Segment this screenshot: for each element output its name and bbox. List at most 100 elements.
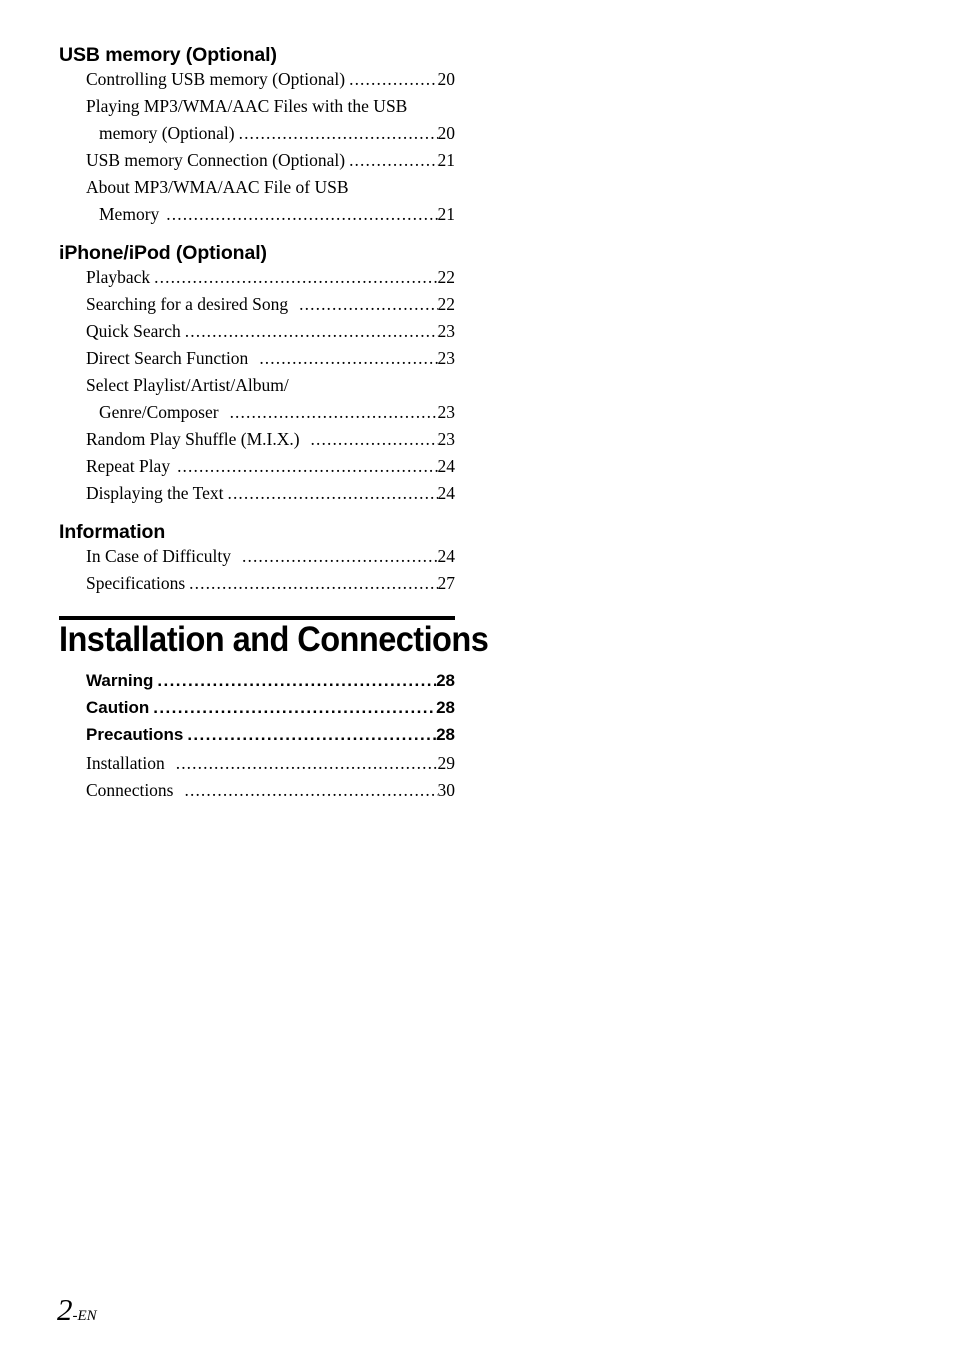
toc-entry[interactable]: USB memory Connection (Optional) 21	[86, 147, 455, 174]
toc-entry-label: Playing MP3/WMA/AAC Files with the USB	[86, 96, 408, 116]
dot-leader	[187, 721, 436, 748]
toc-entry-label: Warning	[86, 671, 154, 690]
toc-entry-row: In Case of Difficulty 24	[86, 543, 455, 570]
toc-entry[interactable]: In Case of Difficulty 24	[86, 543, 455, 570]
toc-entry-row: Installation 29	[86, 750, 455, 777]
toc-entry-page: 27	[437, 573, 456, 593]
toc-entry[interactable]: Warning 28	[86, 667, 455, 694]
toc-entry-page: 22	[437, 267, 456, 287]
toc-entry-page: 28	[436, 671, 455, 690]
toc-entry-row: Controlling USB memory (Optional) 20	[86, 66, 455, 93]
toc-entry-label: Controlling USB memory (Optional)	[86, 69, 346, 89]
toc-entry[interactable]: Direct Search Function 23	[86, 345, 455, 372]
dot-leader	[153, 694, 436, 721]
section-heading-iphone-ipod: iPhone/iPod (Optional)	[59, 242, 267, 264]
toc-entry-row: Displaying the Text 24	[86, 480, 455, 507]
toc-entry-row: Repeat Play 24	[86, 453, 455, 480]
toc-entry[interactable]: Installation 29	[86, 750, 455, 777]
dot-leader	[157, 667, 436, 694]
toc-entry-row: Random Play Shuffle (M.I.X.) 23	[86, 426, 455, 453]
toc-entry-label: Searching for a desired Song	[86, 294, 289, 314]
toc-entry-label: Quick Search	[86, 321, 181, 341]
toc-entry-label: In Case of Difficulty	[86, 546, 231, 566]
toc-entry-page: 28	[436, 698, 455, 717]
toc-entry-page: 30	[437, 780, 456, 800]
toc-entry[interactable]: Searching for a desired Song 22	[86, 291, 455, 318]
dot-leader	[166, 201, 437, 228]
toc-entry-page: 20	[437, 123, 456, 143]
toc-entry-row: Precautions 28	[86, 721, 455, 748]
toc-entry-label: Select Playlist/Artist/Album/	[86, 375, 289, 395]
dot-leader	[259, 345, 437, 372]
section-heading-information: Information	[59, 521, 166, 543]
toc-entry-page: 20	[437, 69, 456, 89]
dot-leader	[242, 543, 438, 570]
dot-leader	[349, 147, 437, 174]
toc-entry-label: Playback	[86, 267, 151, 287]
dot-leader	[154, 264, 437, 291]
banner-block: Installation and Connections	[59, 616, 489, 659]
toc-entry[interactable]: Controlling USB memory (Optional) 20	[86, 66, 455, 93]
toc-entry-label-cont: Memory	[99, 204, 160, 224]
toc-entry[interactable]: Select Playlist/Artist/Album/ Genre/Comp…	[86, 372, 455, 426]
toc-entry-row: Specifications 27	[86, 570, 455, 597]
toc-entry[interactable]: Displaying the Text 24	[86, 480, 455, 507]
toc-entry[interactable]: Specifications 27	[86, 570, 455, 597]
toc-entry[interactable]: Playback 22	[86, 264, 455, 291]
dot-leader	[299, 291, 437, 318]
toc-column: USB memory (Optional) Controlling USB me…	[59, 44, 489, 804]
toc-entry-page: 24	[437, 546, 456, 566]
toc-entry-row: Connections 30	[86, 777, 455, 804]
toc-entry-row: Memory 21	[99, 201, 455, 228]
toc-entry-label-cont: memory (Optional)	[99, 123, 235, 143]
toc-entry-page: 21	[437, 204, 456, 224]
toc-entry-label: Specifications	[86, 573, 186, 593]
dot-leader	[185, 777, 438, 804]
dot-leader	[189, 570, 437, 597]
toc-entry-page: 22	[437, 294, 456, 314]
toc-entry[interactable]: Connections 30	[86, 777, 455, 804]
toc-entry[interactable]: Playing MP3/WMA/AAC Files with the USB m…	[86, 93, 455, 147]
toc-entry-page: 23	[437, 321, 456, 341]
toc-entry-label: Installation	[86, 753, 165, 773]
page-number: 2	[57, 1292, 73, 1327]
toc-entry-label: Repeat Play	[86, 456, 171, 476]
toc-entry-row: USB memory Connection (Optional) 21	[86, 147, 455, 174]
dot-leader	[185, 318, 438, 345]
toc-entry-label: Caution	[86, 698, 150, 717]
toc-entry[interactable]: Precautions 28	[86, 721, 455, 748]
toc-entry-row: Quick Search 23	[86, 318, 455, 345]
dot-leader	[176, 750, 438, 777]
toc-entry-row: memory (Optional) 20	[99, 120, 455, 147]
dot-leader	[177, 453, 437, 480]
toc-entry-label-cont: Genre/Composer	[99, 402, 219, 422]
dot-leader	[311, 426, 438, 453]
toc-entry-label: Direct Search Function	[86, 348, 249, 368]
page-footer: 2-EN	[57, 1294, 97, 1325]
toc-entry-page: 23	[437, 348, 456, 368]
toc-entry[interactable]: Quick Search 23	[86, 318, 455, 345]
toc-entry[interactable]: About MP3/WMA/AAC File of USB Memory 21	[86, 174, 455, 228]
toc-entry-page: 28	[436, 725, 455, 744]
toc-entry-row: Searching for a desired Song 22	[86, 291, 455, 318]
toc-entry-label: Random Play Shuffle (M.I.X.)	[86, 429, 300, 449]
page-number-suffix: -EN	[72, 1308, 97, 1324]
toc-entry-row: Playback 22	[86, 264, 455, 291]
toc-entry-page: 24	[437, 483, 456, 503]
dot-leader	[349, 66, 437, 93]
toc-entry-row: Caution 28	[86, 694, 455, 721]
toc-entry-label: About MP3/WMA/AAC File of USB	[86, 177, 349, 197]
toc-entry-label: USB memory Connection (Optional)	[86, 150, 346, 170]
toc-entry[interactable]: Random Play Shuffle (M.I.X.) 23	[86, 426, 455, 453]
toc-entry-page: 24	[437, 456, 456, 476]
toc-entry-page: 21	[437, 150, 456, 170]
toc-page: USB memory (Optional) Controlling USB me…	[0, 0, 954, 1348]
toc-entry[interactable]: Repeat Play 24	[86, 453, 455, 480]
dot-leader	[230, 399, 438, 426]
toc-entry-page: 23	[437, 429, 456, 449]
toc-entry-page: 29	[437, 753, 456, 773]
banner-title: Installation and Connections	[59, 620, 489, 659]
toc-entry[interactable]: Caution 28	[86, 694, 455, 721]
toc-entry-page: 23	[437, 402, 456, 422]
section-heading-usb-memory: USB memory (Optional)	[59, 44, 277, 66]
